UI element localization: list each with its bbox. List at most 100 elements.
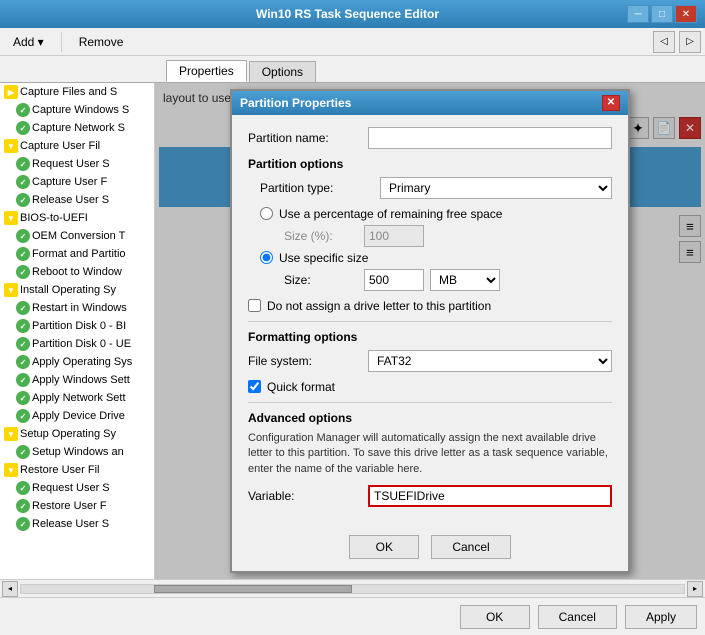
add-menu[interactable]: Add ▾ [4,32,53,52]
check-icon: ✓ [16,319,30,333]
size-input[interactable] [364,269,424,291]
do-not-assign-label: Do not assign a drive letter to this par… [267,299,491,313]
tree-item-label: Request User S [32,158,110,170]
tree-item-apply-windows[interactable]: ✓ Apply Windows Sett [0,371,154,389]
tree-item-capture-windows[interactable]: ✓ Capture Windows S [0,101,154,119]
menu-separator [61,32,62,52]
tree-item-format-partition[interactable]: ✓ Format and Partitio [0,245,154,263]
tree-item-label: Install Operating Sy [20,284,116,296]
modal-cancel-button[interactable]: Cancel [431,535,510,559]
use-specific-size-label: Use specific size [279,251,368,265]
tree-item-apply-os[interactable]: ✓ Apply Operating Sys [0,353,154,371]
scroll-track[interactable] [20,584,685,594]
folder-icon: ▼ [4,283,18,297]
tree-item-install-os[interactable]: ▼ Install Operating Sy [0,281,154,299]
tree-item-partition-disk-ue[interactable]: ✓ Partition Disk 0 - UE [0,335,154,353]
check-icon: ✓ [16,121,30,135]
advanced-options-label: Advanced options [248,411,612,425]
file-system-row: File system: FAT32 NTFS exFAT [248,350,612,372]
tree-item-label: Capture Files and S [20,86,117,98]
size-unit-select[interactable]: MB GB [430,269,500,291]
use-specific-size-radio[interactable] [260,251,273,264]
check-icon: ✓ [16,373,30,387]
size-label: Size: [284,273,364,287]
do-not-assign-row: Do not assign a drive letter to this par… [248,299,612,313]
tree-item-label: Capture User Fil [20,140,100,152]
partition-options-section: Partition type: Primary Extended Logical… [248,177,612,291]
apply-button[interactable]: Apply [625,605,697,629]
check-icon: ✓ [16,265,30,279]
tree-panel: ▶ Capture Files and S ✓ Capture Windows … [0,83,155,579]
ok-button[interactable]: OK [460,605,530,629]
partition-type-select[interactable]: Primary Extended Logical [380,177,612,199]
maximize-button[interactable]: □ [651,5,673,23]
horizontal-scrollbar: ◂ ▸ [0,579,705,597]
partition-type-label: Partition type: [260,181,380,195]
tree-item-bios-uefi[interactable]: ▼ BIOS-to-UEFI [0,209,154,227]
tree-item-label: Partition Disk 0 - BI [32,320,126,332]
do-not-assign-checkbox[interactable] [248,299,261,312]
tab-properties[interactable]: Properties [166,60,247,82]
tree-item-label: Apply Windows Sett [32,374,130,386]
tree-item-release-user-1[interactable]: ✓ Release User S [0,191,154,209]
right-panel: layout to use in the ✦ 📄 ✕ ≡ ≡ Partition… [155,83,705,579]
check-icon: ✓ [16,337,30,351]
tree-item-label: Setup Operating Sy [20,428,116,440]
use-percentage-radio[interactable] [260,207,273,220]
size-row: Size: MB GB [260,269,612,291]
close-button[interactable]: ✕ [675,5,697,23]
tree-item-restore-user[interactable]: ▼ Restore User Fil [0,461,154,479]
file-system-select[interactable]: FAT32 NTFS exFAT [368,350,612,372]
tree-item-label: Format and Partitio [32,248,126,260]
tree-item-label: Restore User Fil [20,464,99,476]
tree-item-apply-device[interactable]: ✓ Apply Device Drive [0,407,154,425]
minimize-button[interactable]: ─ [627,5,649,23]
tree-item-request-user-1[interactable]: ✓ Request User S [0,155,154,173]
modal-title: Partition Properties [240,96,351,110]
check-icon: ✓ [16,409,30,423]
tree-item-capture-network[interactable]: ✓ Capture Network S [0,119,154,137]
modal-buttons: OK Cancel [232,527,628,571]
partition-name-input[interactable] [368,127,612,149]
quick-format-checkbox[interactable] [248,380,261,393]
toolbar-btn-2[interactable]: ▷ [679,31,701,53]
modal-ok-button[interactable]: OK [349,535,419,559]
tree-item-capture-user-f[interactable]: ✓ Capture User F [0,173,154,191]
tree-item-capture-files[interactable]: ▶ Capture Files and S [0,83,154,101]
tree-item-label: Restart in Windows [32,302,127,314]
tree-item-restore-user-f[interactable]: ✓ Restore User F [0,497,154,515]
remove-menu[interactable]: Remove [70,32,133,52]
tree-item-label: Capture Network S [32,122,125,134]
cancel-button[interactable]: Cancel [538,605,617,629]
modal-close-button[interactable]: ✕ [602,95,620,111]
tree-item-reboot-windows[interactable]: ✓ Reboot to Window [0,263,154,281]
partition-options-label: Partition options [248,157,612,171]
tree-item-oem-conversion[interactable]: ✓ OEM Conversion T [0,227,154,245]
size-percent-row: Size (%): [260,225,612,247]
tree-item-release-user-2[interactable]: ✓ Release User S [0,515,154,533]
tab-options[interactable]: Options [249,61,316,82]
tree-item-label: Request User S [32,482,110,494]
scroll-right-btn[interactable]: ▸ [687,581,703,597]
partition-type-row: Partition type: Primary Extended Logical [260,177,612,199]
variable-input[interactable] [368,485,612,507]
tree-item-capture-user[interactable]: ▼ Capture User Fil [0,137,154,155]
tree-item-apply-network[interactable]: ✓ Apply Network Sett [0,389,154,407]
check-icon: ✓ [16,355,30,369]
tree-item-setup-os[interactable]: ▼ Setup Operating Sy [0,425,154,443]
tree-item-label: Capture User F [32,176,107,188]
divider-2 [248,402,612,403]
tree-item-request-user-2[interactable]: ✓ Request User S [0,479,154,497]
scroll-left-btn[interactable]: ◂ [2,581,18,597]
toolbar-btn-1[interactable]: ◁ [653,31,675,53]
tree-item-restart-windows[interactable]: ✓ Restart in Windows [0,299,154,317]
check-icon: ✓ [16,175,30,189]
use-percentage-label: Use a percentage of remaining free space [279,207,502,221]
main-window: Add ▾ Remove ◁ ▷ Properties Options ▶ Ca… [0,28,705,635]
tree-item-setup-windows[interactable]: ✓ Setup Windows an [0,443,154,461]
tree-item-partition-disk-bl[interactable]: ✓ Partition Disk 0 - BI [0,317,154,335]
scroll-thumb [154,585,353,593]
tree-item-label: Setup Windows an [32,446,124,458]
modal-body: Partition name: Partition options Partit… [232,115,628,527]
variable-row: Variable: [248,485,612,507]
